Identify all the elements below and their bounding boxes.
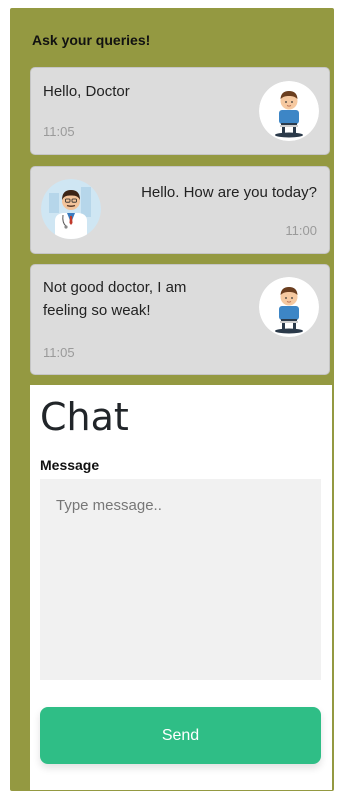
message-label: Message [40, 457, 100, 473]
message-time: 11:05 [43, 345, 75, 360]
message-text: Hello, Doctor [43, 83, 130, 100]
message-text: Hello. How are you today? [141, 184, 317, 201]
send-button[interactable]: Send [40, 707, 321, 764]
message-time: 11:05 [43, 124, 75, 139]
message-text: Not good doctor, I am feeling so weak! [43, 279, 187, 319]
message-bubble-patient: Not good doctor, I am feeling so weak! 1… [30, 264, 330, 375]
patient-avatar-icon [259, 277, 319, 337]
chat-app-container: Ask your queries! Hello, Doctor 11:05 He… [10, 8, 334, 791]
message-bubble-doctor: Hello. How are you today? 11:00 [30, 166, 330, 254]
doctor-avatar-icon [41, 179, 101, 239]
patient-avatar-icon [259, 81, 319, 141]
chat-form-panel: Chat Message Send [30, 385, 332, 790]
message-bubble-patient: Hello, Doctor 11:05 [30, 67, 330, 155]
chat-heading: Chat [40, 395, 129, 439]
message-input[interactable] [40, 479, 321, 680]
page-title: Ask your queries! [32, 32, 151, 48]
message-time: 11:00 [285, 223, 317, 238]
